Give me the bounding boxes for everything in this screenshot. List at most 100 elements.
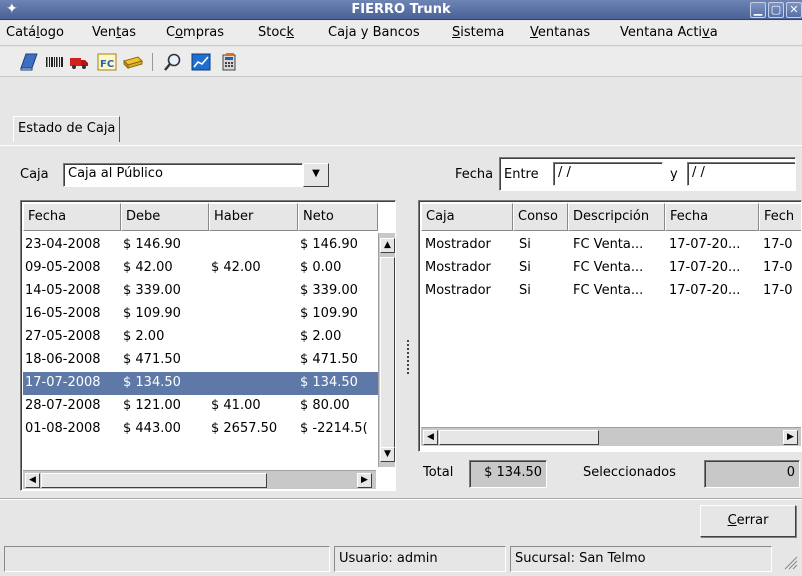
table-row[interactable]: 18-06-2008 $ 471.50 $ 471.50: [23, 349, 378, 372]
title-bar[interactable]: ✦ FIERRO Trunk ▁ ▢ ✕: [0, 0, 802, 20]
col-debe[interactable]: Debe: [121, 203, 209, 231]
right-hscrollbar[interactable]: ◀ ▶: [421, 427, 801, 446]
table-cell: $ 471.50: [123, 352, 181, 367]
caja-dropdown-button[interactable]: ▼: [303, 163, 329, 187]
table-row[interactable]: Mostrador Si FC Venta... 17-07-20... 17-0: [421, 280, 801, 303]
table-cell: $ 146.90: [300, 237, 358, 252]
col-neto[interactable]: Neto: [298, 203, 378, 231]
window-controls: ▁ ▢ ✕: [750, 2, 802, 18]
table-row[interactable]: 16-05-2008 $ 109.90 $ 109.90: [23, 303, 378, 326]
table-cell: 27-05-2008: [25, 329, 101, 344]
truck-icon[interactable]: [68, 51, 90, 73]
close-icon[interactable]: ✕: [786, 2, 802, 18]
col-conso[interactable]: Conso: [513, 203, 568, 231]
table-cell: Mostrador: [425, 260, 491, 275]
col-descripcion[interactable]: Descripción: [568, 203, 665, 231]
minimize-icon[interactable]: ▁: [750, 2, 766, 18]
table-row[interactable]: Mostrador Si FC Venta... 17-07-20... 17-0: [421, 234, 801, 257]
table-cell: $ 0.00: [300, 260, 342, 275]
fecha-from-field[interactable]: / /: [553, 162, 663, 186]
col-caja[interactable]: Caja: [421, 203, 513, 231]
scroll-up-icon[interactable]: ▲: [380, 238, 395, 253]
table-cell: Si: [519, 260, 531, 275]
col-fecha[interactable]: Fecha: [23, 203, 121, 231]
table-cell: 01-08-2008: [25, 421, 101, 436]
scroll-down-icon[interactable]: ▼: [380, 447, 395, 462]
table-cell: $ 41.00: [211, 398, 261, 413]
menu-ventas[interactable]: Ventas: [92, 25, 136, 40]
table-cell: 14-05-2008: [25, 283, 101, 298]
menu-stock[interactable]: Stock: [258, 25, 294, 40]
left-vscroll-thumb[interactable]: [380, 257, 395, 457]
tab-divider: [0, 145, 802, 146]
table-cell: 28-07-2008: [25, 398, 101, 413]
scroll-right-icon[interactable]: ▶: [357, 473, 372, 488]
table-cell: 23-04-2008: [25, 237, 101, 252]
table-cell: 17-07-20...: [669, 260, 741, 275]
left-hscrollbar[interactable]: ◀ ▶: [23, 470, 376, 489]
table-cell: $ 443.00: [123, 421, 181, 436]
scroll-left-icon[interactable]: ◀: [423, 430, 438, 445]
scroll-left-icon[interactable]: ◀: [25, 473, 40, 488]
tab-estado-de-caja[interactable]: Estado de Caja: [13, 116, 121, 142]
table-cell: $ 339.00: [300, 283, 358, 298]
menu-bar: Catálogo Ventas Compras Stock Caja y Ban…: [0, 21, 802, 46]
search-icon[interactable]: [162, 51, 184, 73]
menu-ventanas[interactable]: Ventanas: [530, 25, 590, 40]
table-cell: 16-05-2008: [25, 306, 101, 321]
menu-catalogo[interactable]: Catálogo: [6, 25, 64, 40]
col-haber[interactable]: Haber: [209, 203, 298, 231]
fecha-range: Entre / / y / /: [499, 157, 796, 191]
table-row[interactable]: 27-05-2008 $ 2.00 $ 2.00: [23, 326, 378, 349]
table-cell: $ 109.90: [123, 306, 181, 321]
invoice-fc-icon[interactable]: FC: [96, 51, 118, 73]
table-row[interactable]: 23-04-2008 $ 146.90 $ 146.90: [23, 234, 378, 257]
separator-highlight: [0, 499, 802, 500]
table-row[interactable]: 09-05-2008 $ 42.00 $ 42.00 $ 0.00: [23, 257, 378, 280]
cash-icon[interactable]: [122, 51, 144, 73]
resize-grip-icon[interactable]: [782, 554, 798, 570]
table-cell: $ 2.00: [123, 329, 165, 344]
fecha-to-field[interactable]: / /: [687, 162, 795, 186]
left-hscroll-thumb[interactable]: [41, 473, 267, 488]
caja-select[interactable]: Caja al Público: [63, 163, 303, 187]
triangle-down-icon: ▼: [312, 168, 320, 179]
barcode-icon[interactable]: [44, 51, 66, 73]
table-row[interactable]: Mostrador Si FC Venta... 17-07-20... 17-0: [421, 257, 801, 280]
right-hscroll-thumb[interactable]: [439, 430, 599, 445]
total-value: $ 134.50: [469, 460, 547, 488]
table-row[interactable]: 28-07-2008 $ 121.00 $ 41.00 $ 80.00: [23, 395, 378, 418]
menu-sistema[interactable]: Sistema: [452, 25, 504, 40]
pane-splitter[interactable]: [407, 340, 409, 374]
book-icon[interactable]: [18, 51, 40, 73]
toolbar-separator: [152, 53, 153, 71]
table-cell: $ 42.00: [211, 260, 261, 275]
table-cell: 17-07-2008: [25, 375, 101, 390]
table-cell: $ 2.00: [300, 329, 342, 344]
left-vscrollbar[interactable]: ▲ ▼: [378, 233, 395, 467]
col-fecha-2[interactable]: Fech: [759, 203, 801, 231]
cerrar-button[interactable]: Cerrar: [700, 505, 796, 537]
calculator-icon[interactable]: [218, 51, 240, 73]
caja-label: Caja: [20, 167, 49, 182]
chart-icon[interactable]: [190, 51, 212, 73]
left-table: Fecha Debe Haber Neto 23-04-2008 $ 146.90…: [20, 200, 396, 491]
scroll-right-icon[interactable]: ▶: [783, 430, 798, 445]
col-fecha-mov[interactable]: Fecha: [665, 203, 759, 231]
fecha-y-label: y: [670, 167, 678, 182]
table-cell: 17-0: [763, 260, 793, 275]
menu-compras[interactable]: Compras: [166, 25, 224, 40]
table-row[interactable]: 01-08-2008 $ 443.00 $ 2657.50 $ -2214.5(: [23, 418, 378, 441]
table-cell: $ 2657.50: [211, 421, 278, 436]
table-cell: $ 339.00: [123, 283, 181, 298]
table-cell: $ 42.00: [123, 260, 173, 275]
maximize-icon[interactable]: ▢: [768, 2, 784, 18]
table-cell: FC Venta...: [573, 237, 644, 252]
menu-caja-bancos[interactable]: Caja y Bancos: [328, 25, 420, 40]
menu-ventana-activa[interactable]: Ventana Activa: [620, 25, 718, 40]
table-row[interactable]: 14-05-2008 $ 339.00 $ 339.00: [23, 280, 378, 303]
fc-label: FC: [100, 59, 114, 70]
table-row[interactable]: 17-07-2008 $ 134.50 $ 134.50: [23, 372, 378, 395]
table-cell: 17-07-20...: [669, 237, 741, 252]
table-cell: Si: [519, 283, 531, 298]
